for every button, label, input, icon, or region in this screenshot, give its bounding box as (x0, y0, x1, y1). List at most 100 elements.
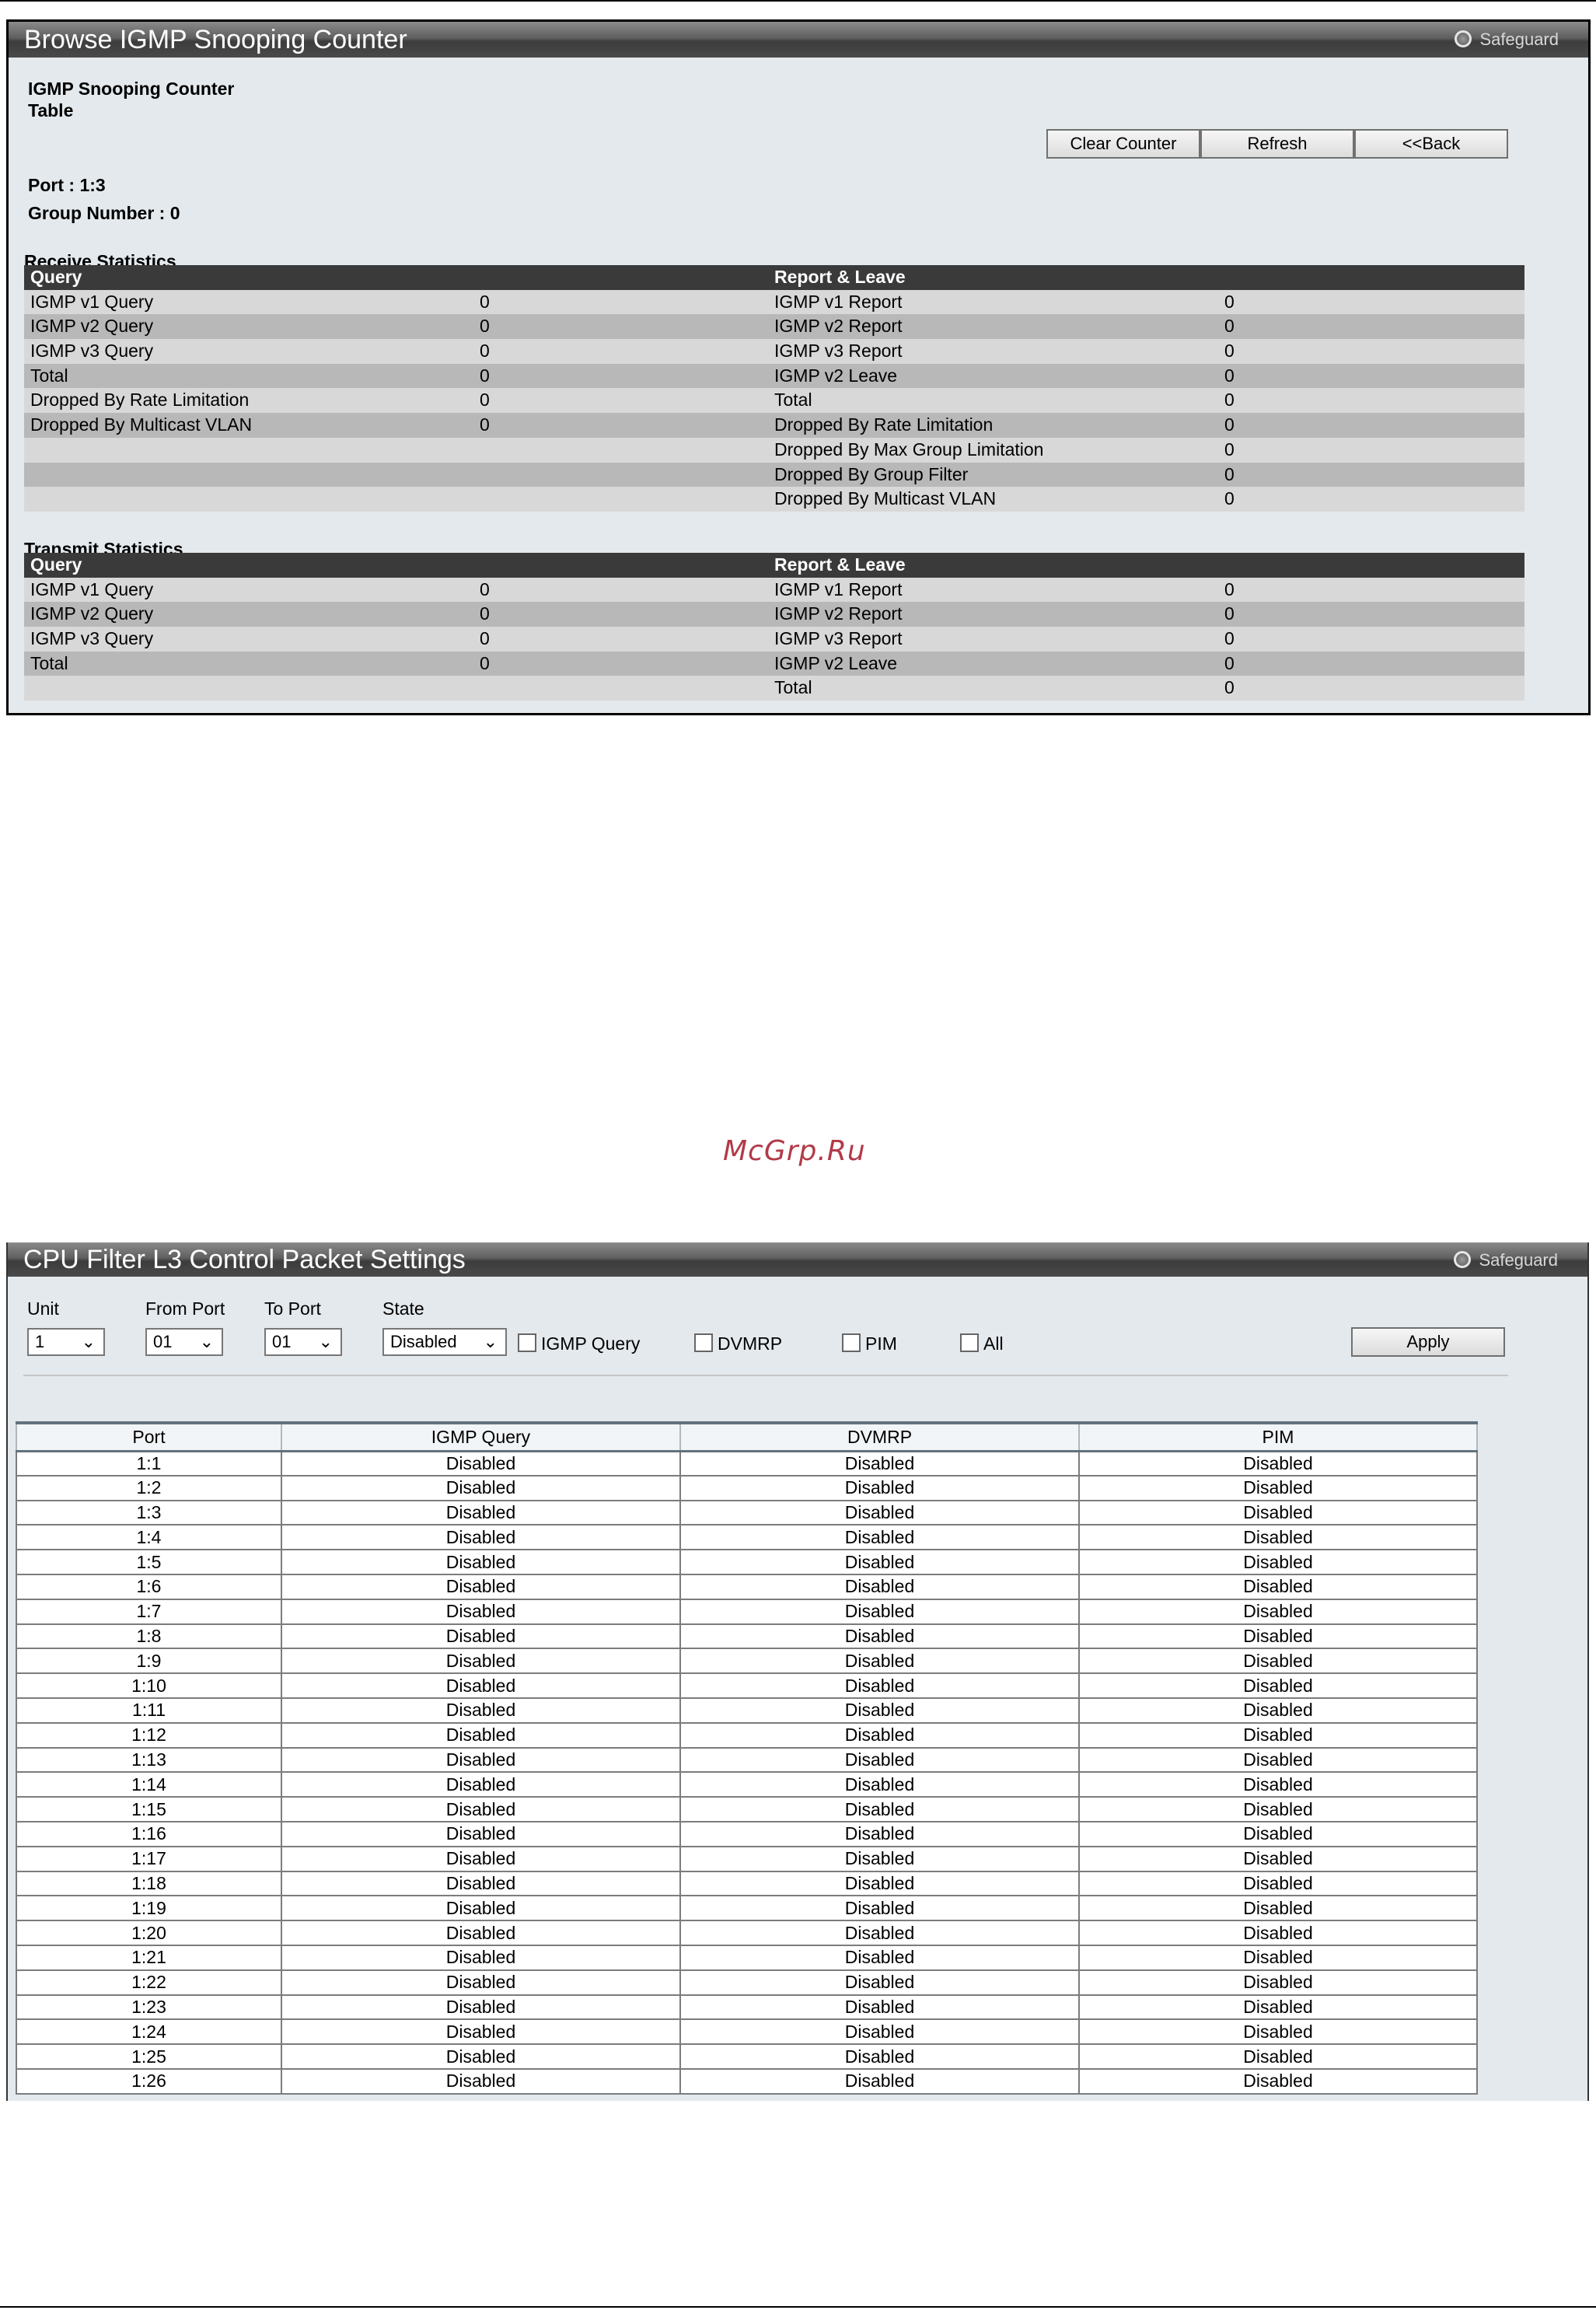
port-cell: 1:9 (16, 1648, 282, 1675)
port-cell: 1:4 (16, 1525, 282, 1551)
refresh-button[interactable]: Refresh (1200, 129, 1354, 159)
query-count: 0 (480, 603, 490, 624)
dvmrp-checkbox[interactable] (694, 1333, 713, 1352)
report-count: 0 (1224, 488, 1235, 509)
port-cell: 1:22 (16, 1969, 282, 1996)
table-row: 1:4 Disabled Disabled Disabled (16, 1525, 1478, 1551)
dvmrp-cell: Disabled (679, 1550, 1080, 1575)
dvmrp-cell: Disabled (679, 1846, 1080, 1872)
from-port-label: From Port (145, 1298, 225, 1319)
table-row: 1:1 Disabled Disabled Disabled (16, 1451, 1478, 1477)
table-row: 1:21 Disabled Disabled Disabled (16, 1945, 1478, 1971)
receive-header-row: Query Report & Leave (24, 265, 1524, 290)
igmp-query-cell: Disabled (281, 1772, 681, 1798)
report-count: 0 (1224, 463, 1235, 484)
igmp-query-cell: Disabled (281, 1994, 681, 2021)
port-cell: 1:24 (16, 2019, 282, 2046)
port-cell: 1:1 (16, 1451, 282, 1477)
pim-cell: Disabled (1078, 2044, 1478, 2070)
report-count: 0 (1224, 652, 1235, 673)
dvmrp-cell: Disabled (679, 1772, 1080, 1798)
pim-cell: Disabled (1078, 1821, 1478, 1847)
stat-row: Dropped By Multicast VLAN 0 Dropped By Rat… (24, 413, 1524, 438)
pim-cell: Disabled (1078, 1697, 1478, 1724)
port-cell: 1:19 (16, 1896, 282, 1922)
igmp-query-cell: Disabled (281, 1574, 681, 1600)
query-name: Total (30, 365, 68, 386)
safeguard-indicator[interactable]: Safeguard (1454, 1250, 1558, 1270)
report-count: 0 (1224, 341, 1235, 362)
dvmrp-cell: Disabled (679, 1599, 1080, 1625)
query-count: 0 (480, 291, 490, 312)
table-row: 1:8 Disabled Disabled Disabled (16, 1623, 1478, 1650)
igmp-query-cell: Disabled (281, 1722, 681, 1749)
igmp-query-cell: Disabled (281, 1747, 681, 1774)
unit-label: Unit (27, 1298, 59, 1319)
pim-cell: Disabled (1078, 2068, 1478, 2095)
report-count: 0 (1224, 677, 1235, 698)
clear-counter-button[interactable]: Clear Counter (1046, 129, 1200, 159)
to-port-select[interactable]: 01 ⌄ (264, 1328, 342, 1356)
state-select[interactable]: Disabled ⌄ (382, 1328, 507, 1356)
dvmrp-cell: Disabled (679, 1871, 1080, 1897)
transmit-statistics-table: Query Report & Leave IGMP v1 Query 0 IGMP … (24, 553, 1524, 701)
report-name: IGMP v2 Report (774, 603, 903, 624)
port-cell: 1:3 (16, 1500, 282, 1526)
port-cell: 1:16 (16, 1821, 282, 1847)
port-cell: 1:18 (16, 1871, 282, 1897)
chevron-down-icon: ⌄ (483, 1332, 498, 1351)
stat-row: IGMP v1 Query 0 IGMP v1 Report 0 (24, 577, 1524, 603)
dvmrp-cell: Disabled (679, 2044, 1080, 2070)
port-cell: 1:7 (16, 1599, 282, 1625)
all-checkbox[interactable] (960, 1333, 979, 1352)
port-cell: 1:17 (16, 1846, 282, 1872)
safeguard-indicator[interactable]: Safeguard (1455, 30, 1559, 50)
port-settings-table: Port IGMP Query DVMRP PIM 1:1 Disabled Dis… (16, 1421, 1478, 2095)
igmp-query-cell: Disabled (281, 1821, 681, 1847)
report-name: IGMP v1 Report (774, 578, 903, 599)
table-title-line1: IGMP Snooping Counter (28, 79, 235, 99)
pim-cell: Disabled (1078, 1525, 1478, 1551)
report-count: 0 (1224, 390, 1235, 411)
pim-cell: Disabled (1078, 1500, 1478, 1526)
igmp-query-cell: Disabled (281, 1451, 681, 1477)
report-name: Dropped By Multicast VLAN (774, 488, 997, 509)
cpu-panel-titlebar: CPU Filter L3 Control Packet Settings Sa… (8, 1242, 1587, 1277)
pim-checkbox[interactable] (842, 1333, 861, 1352)
pim-cell: Disabled (1078, 1772, 1478, 1798)
pim-cell: Disabled (1078, 2019, 1478, 2046)
safeguard-label: Safeguard (1479, 1250, 1558, 1270)
chevron-down-icon: ⌄ (199, 1332, 214, 1351)
from-port-select[interactable]: 01 ⌄ (145, 1328, 223, 1356)
report-count: 0 (1224, 628, 1235, 649)
stat-row: Total 0 IGMP v2 Leave 0 (24, 363, 1524, 389)
dvmrp-cell: Disabled (679, 1525, 1080, 1551)
pim-cell: Disabled (1078, 1451, 1478, 1477)
apply-button[interactable]: Apply (1351, 1327, 1505, 1357)
query-name: Total (30, 652, 68, 673)
query-name: Dropped By Multicast VLAN (30, 414, 253, 435)
unit-select[interactable]: 1 ⌄ (27, 1328, 105, 1356)
igmp-query-cell: Disabled (281, 1599, 681, 1625)
query-name: IGMP v1 Query (30, 291, 154, 312)
dvmrp-cell: Disabled (679, 1969, 1080, 1996)
all-checkbox-label: All (983, 1333, 1004, 1354)
igmp-query-checkbox[interactable] (518, 1333, 536, 1352)
port-cell: 1:2 (16, 1475, 282, 1501)
igmp-query-cell: Disabled (281, 1525, 681, 1551)
report-count: 0 (1224, 291, 1235, 312)
dvmrp-cell: Disabled (679, 1994, 1080, 2021)
stat-row: Dropped By Rate Limitation 0 Total 0 (24, 388, 1524, 414)
igmp-query-cell: Disabled (281, 2068, 681, 2095)
column-header-igmp-query: IGMP Query (281, 1421, 681, 1452)
table-title-line2: Table (28, 100, 74, 121)
igmp-counter-panel: Browse IGMP Snooping Counter Safeguard I… (6, 19, 1591, 715)
igmp-query-cell: Disabled (281, 1871, 681, 1897)
transmit-header-row: Query Report & Leave (24, 553, 1524, 578)
table-row: 1:14 Disabled Disabled Disabled (16, 1772, 1478, 1798)
dvmrp-cell: Disabled (679, 1797, 1080, 1822)
igmp-query-cell: Disabled (281, 1673, 681, 1699)
port-cell: 1:6 (16, 1574, 282, 1600)
back-button[interactable]: <<Back (1354, 129, 1508, 159)
stat-row: IGMP v2 Query 0 IGMP v2 Report 0 (24, 602, 1524, 627)
